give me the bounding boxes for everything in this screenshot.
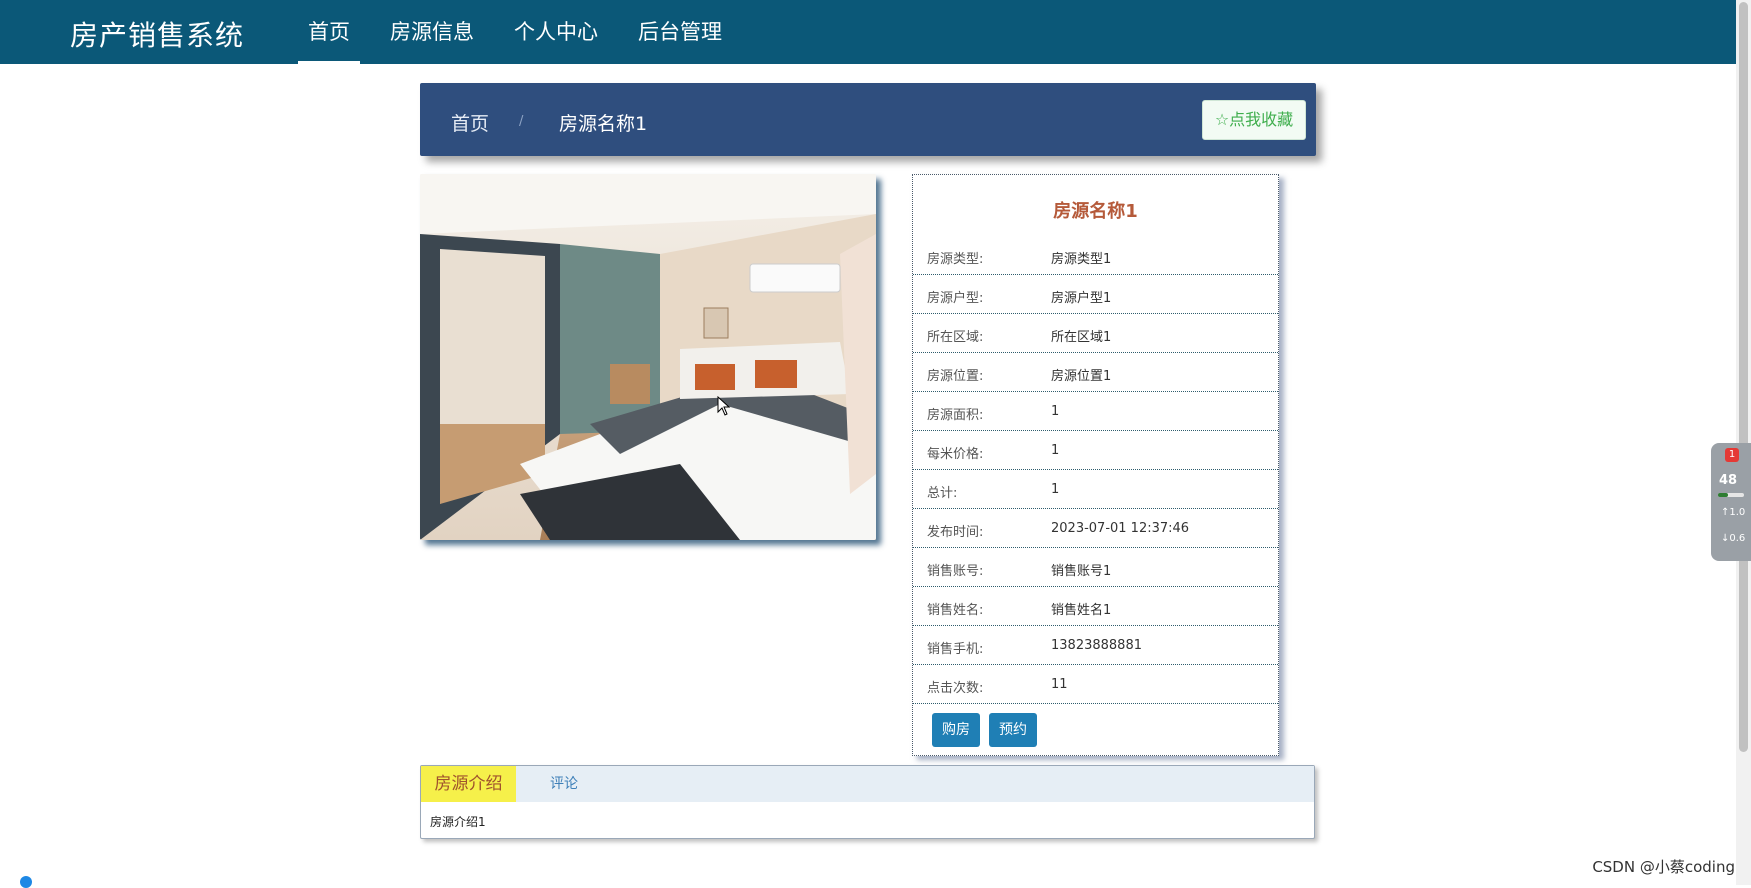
detail-value: 13823888881: [1051, 638, 1142, 653]
monitor-level-fill: [1718, 493, 1729, 497]
nav-item-admin[interactable]: 后台管理: [628, 0, 732, 64]
detail-row-unit-price: 每米价格: 1: [913, 430, 1278, 470]
detail-value: 2023-07-01 12:37:46: [1051, 521, 1190, 536]
detail-row-total: 总计: 1: [913, 469, 1278, 509]
nav-item-listings[interactable]: 房源信息: [380, 0, 484, 64]
detail-row-district: 所在区域: 所在区域1: [913, 313, 1278, 353]
house-detail-panel: 房源名称1 房源类型: 房源类型1 房源户型: 房源户型1 所在区域: 所在区域…: [912, 174, 1279, 756]
detail-label: 房源位置:: [927, 369, 984, 384]
floating-dot[interactable]: [20, 876, 32, 888]
monitor-level-bar: [1718, 493, 1744, 497]
detail-row-clicks: 点击次数: 11: [913, 664, 1278, 704]
detail-label: 房源户型:: [927, 291, 984, 306]
shield-icon: 1: [1725, 448, 1739, 462]
info-tabs: 房源介绍 评论 房源介绍1: [420, 765, 1315, 839]
main-nav: 首页 房源信息 个人中心 后台管理: [298, 0, 752, 64]
download-speed: ↓0.6: [1721, 533, 1746, 544]
tab-comments[interactable]: 评论: [550, 766, 578, 802]
detail-row-sales-phone: 销售手机: 13823888881: [913, 625, 1278, 665]
download-speed-value: 0.6: [1729, 533, 1746, 544]
detail-row-publish-time: 发布时间: 2023-07-01 12:37:46: [913, 508, 1278, 548]
house-photo: [420, 174, 876, 540]
detail-value: 1: [1051, 404, 1060, 419]
detail-value: 房源位置1: [1051, 369, 1112, 384]
house-name-title: 房源名称1: [1053, 201, 1138, 222]
breadcrumb-home-link[interactable]: 首页: [451, 109, 489, 136]
watermark: CSDN @小蔡coding: [1592, 858, 1735, 876]
detail-row-sales-account: 销售账号: 销售账号1: [913, 547, 1278, 587]
detail-value: 房源类型1: [1051, 252, 1112, 267]
detail-value: 房源户型1: [1051, 291, 1112, 306]
detail-row-area: 房源面积: 1: [913, 391, 1278, 431]
tab-house-intro[interactable]: 房源介绍: [421, 766, 516, 802]
monitor-value: 48: [1719, 473, 1738, 488]
detail-label: 销售账号:: [927, 564, 984, 579]
detail-label: 销售手机:: [927, 642, 984, 657]
detail-row-layout: 房源户型: 房源户型1: [913, 274, 1278, 314]
detail-label: 点击次数:: [927, 681, 984, 696]
nav-item-profile[interactable]: 个人中心: [504, 0, 608, 64]
breadcrumb-separator: /: [519, 114, 524, 129]
favorite-button[interactable]: ☆点我收藏: [1202, 100, 1306, 140]
detail-label: 房源类型:: [927, 252, 984, 267]
detail-value: 1: [1051, 482, 1060, 497]
detail-row-location: 房源位置: 房源位置1: [913, 352, 1278, 392]
breadcrumb-bar: 首页 / 房源名称1 ☆点我收藏: [420, 83, 1316, 156]
detail-value: 销售姓名1: [1051, 603, 1112, 618]
detail-row-sales-name: 销售姓名: 销售姓名1: [913, 586, 1278, 626]
detail-label: 每米价格:: [927, 447, 984, 462]
mouse-cursor-icon: [717, 396, 731, 416]
detail-label: 所在区域:: [927, 330, 984, 345]
detail-value: 11: [1051, 677, 1068, 692]
detail-label: 销售姓名:: [927, 603, 984, 618]
tabs-header: 房源介绍 评论: [421, 766, 1314, 802]
system-monitor-widget[interactable]: 1 48 ↑1.0 ↓0.6: [1711, 443, 1751, 561]
bedroom-photo-illustration: [420, 174, 876, 540]
nav-item-home[interactable]: 首页: [298, 0, 360, 64]
detail-label: 总计:: [927, 486, 958, 501]
detail-value: 所在区域1: [1051, 330, 1112, 345]
upload-speed: ↑1.0: [1721, 507, 1746, 518]
top-navbar: 房产销售系统 首页 房源信息 个人中心 后台管理: [0, 0, 1736, 64]
detail-value: 1: [1051, 443, 1060, 458]
scrollbar-thumb[interactable]: [1739, 2, 1748, 752]
detail-row-type: 房源类型: 房源类型1: [913, 235, 1278, 275]
app-title: 房产销售系统: [70, 19, 245, 52]
buy-button[interactable]: 购房: [932, 713, 980, 747]
breadcrumb-current: 房源名称1: [559, 113, 648, 135]
upload-speed-value: 1.0: [1729, 507, 1746, 518]
tab-content-text: 房源介绍1: [430, 815, 486, 829]
detail-value: 销售账号1: [1051, 564, 1112, 579]
detail-label: 发布时间:: [927, 525, 984, 540]
reserve-button[interactable]: 预约: [989, 713, 1037, 747]
detail-label: 房源面积:: [927, 408, 984, 423]
